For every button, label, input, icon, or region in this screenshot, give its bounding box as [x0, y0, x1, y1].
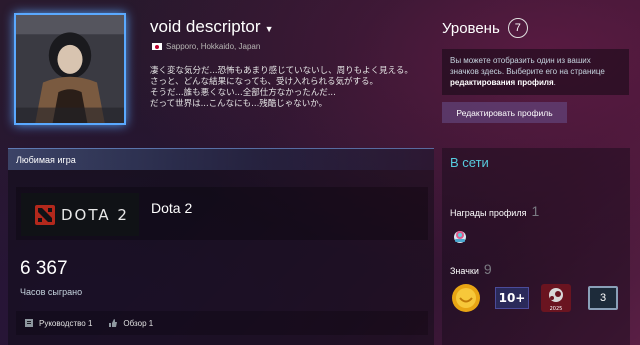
caret-down-icon[interactable]: ▼: [265, 24, 274, 34]
persona-name[interactable]: void descriptor ▼: [150, 17, 273, 37]
level-badge-icon[interactable]: 3: [588, 286, 618, 310]
hours-played-value: 6 367: [20, 258, 68, 279]
level-info-end: .: [553, 78, 556, 87]
summary-line: さっと、どんな結果になっても、受け入れられる気がする。: [150, 77, 379, 87]
steam-badge-graphic: 2025: [541, 284, 571, 312]
avatar-image: [16, 15, 124, 123]
reviews-link[interactable]: Обзор 1: [108, 318, 153, 328]
online-status: В сети: [450, 155, 489, 170]
steam-badge-year: 2025: [550, 306, 563, 312]
hours-played-label: Часов сыграно: [20, 287, 83, 297]
avatar[interactable]: [14, 13, 126, 125]
guide-icon: [25, 319, 33, 327]
steam-badge-icon[interactable]: 2025: [540, 283, 572, 313]
location-text: Sapporo, Hokkaido, Japan: [166, 42, 261, 51]
japan-flag-icon: [152, 43, 162, 50]
persona-name-text: void descriptor: [150, 17, 261, 36]
summary-line: 凄く変な気分だ...恐怖もあまり感じていないし、周りもよく見える。: [150, 66, 413, 76]
review-thumb-icon: [109, 319, 118, 327]
badges-label: Значки: [450, 266, 479, 276]
favorite-game-header: Любимая игра: [8, 148, 434, 170]
sidebar-panel: [442, 148, 630, 345]
level-info-box: Вы можете отобразить один из ваших значк…: [442, 49, 629, 95]
profile-summary: 凄く変な気分だ...恐怖もあまり感じていないし、周りもよく見える。 さっと、どん…: [150, 66, 430, 110]
edit-profile-button[interactable]: Редактировать профиль: [442, 102, 567, 123]
guides-link[interactable]: Руководство 1: [24, 318, 92, 328]
game-footer: Руководство 1 Обзор 1: [16, 311, 428, 335]
level-header: Уровень 7: [442, 18, 528, 38]
game-logo-text: DOTA 2: [61, 205, 129, 224]
coin-badge-icon[interactable]: [450, 283, 482, 313]
game-logo[interactable]: DOTA 2: [21, 193, 139, 236]
years-badge-icon[interactable]: 10+: [495, 287, 529, 309]
awards-count: 1: [531, 203, 540, 219]
badges-link[interactable]: Значки 9: [450, 261, 492, 277]
dota2-logo-icon: [35, 204, 55, 225]
level-label: Уровень: [442, 19, 500, 37]
level-badge[interactable]: 7: [507, 18, 528, 38]
awards-label: Награды профиля: [450, 208, 527, 218]
game-name[interactable]: Dota 2: [151, 200, 192, 216]
edit-profile-link[interactable]: редактирования профиля: [450, 78, 554, 87]
location: Sapporo, Hokkaido, Japan: [152, 42, 260, 51]
badges-count: 9: [483, 261, 492, 277]
award-icon[interactable]: [452, 228, 468, 244]
summary-line: だって世界は...こんなにも...残酷じゃないか。: [150, 99, 328, 109]
profile-awards-link[interactable]: Награды профиля 1: [450, 203, 539, 219]
level-info-text: Вы можете отобразить один из ваших значк…: [450, 56, 605, 76]
reviews-label: Обзор 1: [123, 318, 154, 328]
summary-line: そうだ...誰も悪くない...全部仕方なかったんだ...: [150, 88, 336, 98]
guides-label: Руководство 1: [39, 318, 93, 328]
